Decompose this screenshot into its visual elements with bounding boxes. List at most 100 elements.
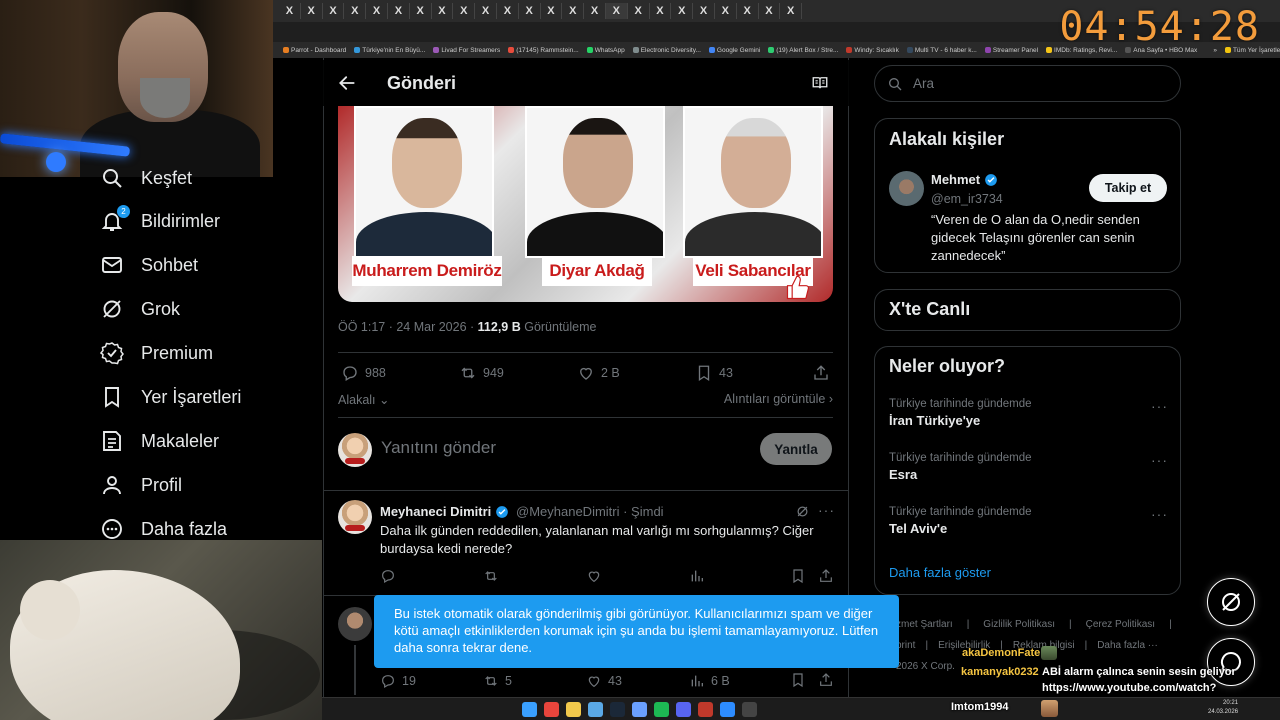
grok-fab[interactable]: [1207, 578, 1255, 626]
trend-more-icon[interactable]: ···: [1151, 506, 1168, 522]
bookmark-item[interactable]: Multi TV - 6 haber k...: [906, 47, 977, 54]
bookmark-icon[interactable]: [790, 672, 806, 688]
footer-link-more[interactable]: Daha fazla ···: [1097, 635, 1158, 656]
bookmark-icon[interactable]: [790, 568, 806, 584]
bookmark-item[interactable]: (17145) Rammstein...: [508, 47, 579, 54]
footer-link-terms[interactable]: zmet Şartları: [896, 614, 953, 635]
discord-icon[interactable]: [676, 702, 691, 717]
browser-tab[interactable]: X: [366, 3, 388, 19]
trend-item[interactable]: Türkiye tarihinde gündemde İran Türkiye'…: [889, 398, 1032, 428]
like-count-button[interactable]: 2 B: [577, 364, 620, 382]
reader-mode-icon[interactable]: [811, 74, 829, 92]
related-user-name[interactable]: Mehmet: [931, 172, 998, 187]
browser-tab[interactable]: X: [584, 3, 606, 19]
browser-tab[interactable]: X: [650, 3, 672, 19]
obs-icon[interactable]: [742, 702, 757, 717]
browser-tab[interactable]: X: [671, 3, 694, 19]
search-input[interactable]: Ara: [874, 65, 1181, 102]
share-icon[interactable]: [818, 672, 834, 688]
reply-icon[interactable]: [380, 568, 396, 584]
trend-more-icon[interactable]: ···: [1151, 452, 1168, 468]
bookmark-count-button[interactable]: 43: [695, 364, 733, 382]
show-more-trends-link[interactable]: Daha fazla göster: [889, 565, 991, 580]
sidebar-item-verified[interactable]: Premium: [100, 340, 213, 366]
bookmark-item[interactable]: Parrot - Dashboard: [283, 47, 346, 54]
bookmark-item[interactable]: WhatsApp: [586, 47, 625, 54]
trend-item[interactable]: Türkiye tarihinde gündemde Tel Aviv'e: [889, 506, 1032, 536]
steam-icon[interactable]: [610, 702, 625, 717]
repost-count-button[interactable]: 949: [459, 364, 504, 382]
sidebar-item-bell[interactable]: 2 Bildirimler: [100, 205, 220, 234]
file-explorer-icon[interactable]: [566, 702, 581, 717]
reply-submit-button[interactable]: Yanıtla: [760, 433, 832, 465]
chrome-icon[interactable]: [544, 702, 559, 717]
app-icon[interactable]: [720, 702, 735, 717]
browser-tab[interactable]: X: [344, 3, 367, 19]
footer-link-privacy[interactable]: Gizlilik Politikası: [983, 614, 1055, 635]
footer-link-cookies[interactable]: Çerez Politikası: [1086, 614, 1155, 635]
sidebar-item-mail[interactable]: Sohbet: [100, 252, 198, 278]
app-icon[interactable]: [698, 702, 713, 717]
view-count-button[interactable]: 6 B: [689, 672, 730, 690]
browser-tab[interactable]: X: [323, 3, 345, 19]
sidebar-item-person[interactable]: Profil: [100, 472, 182, 498]
sidebar-item-search[interactable]: Keşfet: [100, 165, 192, 191]
bookmark-item[interactable]: Streamer Panel: [984, 47, 1038, 54]
tweet-more-icon[interactable]: ···: [818, 502, 835, 518]
bookmark-item[interactable]: Google Gemini: [708, 47, 760, 54]
sidebar-item-article[interactable]: Makaleler: [100, 428, 219, 454]
browser-tab[interactable]: X: [605, 3, 628, 19]
trend-item[interactable]: Türkiye tarihinde gündemde Esra: [889, 452, 1032, 482]
browser-tab[interactable]: X: [475, 3, 497, 19]
heart-icon[interactable]: [586, 568, 602, 584]
browser-tab[interactable]: X: [780, 3, 803, 19]
reply-count-button[interactable]: 988: [341, 364, 386, 382]
bookmark-item[interactable]: Windy: Sıcaklık: [846, 47, 899, 54]
browser-tab[interactable]: X: [562, 3, 585, 19]
sidebar-item-more-circle[interactable]: Daha fazla: [100, 516, 227, 542]
bookmark-item[interactable]: Electronic Diversity...: [632, 47, 701, 54]
browser-tab[interactable]: X: [388, 3, 410, 19]
browser-tab[interactable]: X: [279, 3, 301, 19]
trend-more-icon[interactable]: ···: [1151, 398, 1168, 414]
reply-input[interactable]: Yanıtını gönder: [381, 438, 496, 458]
share-icon[interactable]: [812, 364, 830, 382]
tweet-avatar[interactable]: [338, 500, 372, 534]
windows-start-icon[interactable]: [522, 702, 537, 717]
app-icon[interactable]: [632, 702, 647, 717]
bookmark-item[interactable]: Türkiye'nin En Büyü...: [354, 47, 425, 54]
tweet-author-name[interactable]: Meyhaneci Dimitri: [380, 504, 509, 519]
bookmark-item[interactable]: (19) Alert Box / Stre...: [768, 47, 838, 54]
browser-tab[interactable]: X: [453, 3, 476, 19]
messages-fab[interactable]: [1207, 638, 1255, 686]
related-sort-dropdown[interactable]: Alakalı ⌄: [338, 392, 390, 407]
view-quotes-link[interactable]: Alıntıları görüntüle ›: [724, 392, 833, 406]
bookmark-item[interactable]: Livad For Streamers: [433, 47, 500, 54]
follow-button[interactable]: Takip et: [1089, 174, 1167, 202]
browser-tab[interactable]: X: [541, 3, 563, 19]
tweet-avatar[interactable]: [338, 607, 372, 641]
repost-icon[interactable]: [483, 568, 499, 584]
spotify-icon[interactable]: [654, 702, 669, 717]
repost-count-button[interactable]: 5: [483, 672, 512, 690]
grok-icon[interactable]: [795, 504, 810, 519]
mehmet-avatar[interactable]: [889, 171, 924, 206]
browser-tab[interactable]: X: [301, 3, 323, 19]
browser-tab[interactable]: X: [628, 3, 650, 19]
browser-tab[interactable]: X: [759, 3, 781, 19]
browser-tab[interactable]: X: [410, 3, 432, 19]
browser-tab[interactable]: X: [519, 3, 541, 19]
browser-tab[interactable]: X: [432, 3, 454, 19]
back-arrow-icon[interactable]: [337, 73, 357, 93]
views-icon[interactable]: [689, 568, 705, 584]
sidebar-item-grok[interactable]: Grok: [100, 296, 180, 322]
reply-count-button[interactable]: 19: [380, 672, 416, 690]
browser-tab[interactable]: X: [715, 3, 737, 19]
share-icon[interactable]: [818, 568, 834, 584]
browser-tab[interactable]: X: [737, 3, 759, 19]
browser-tab[interactable]: X: [497, 3, 519, 19]
sidebar-item-bookmark[interactable]: Yer İşaretleri: [100, 384, 241, 410]
browser-tab[interactable]: X: [693, 3, 715, 19]
like-count-button[interactable]: 43: [586, 672, 622, 690]
post-image[interactable]: Muharrem Demiröz Diyar Akdağ Veli Sabanc…: [338, 106, 833, 302]
